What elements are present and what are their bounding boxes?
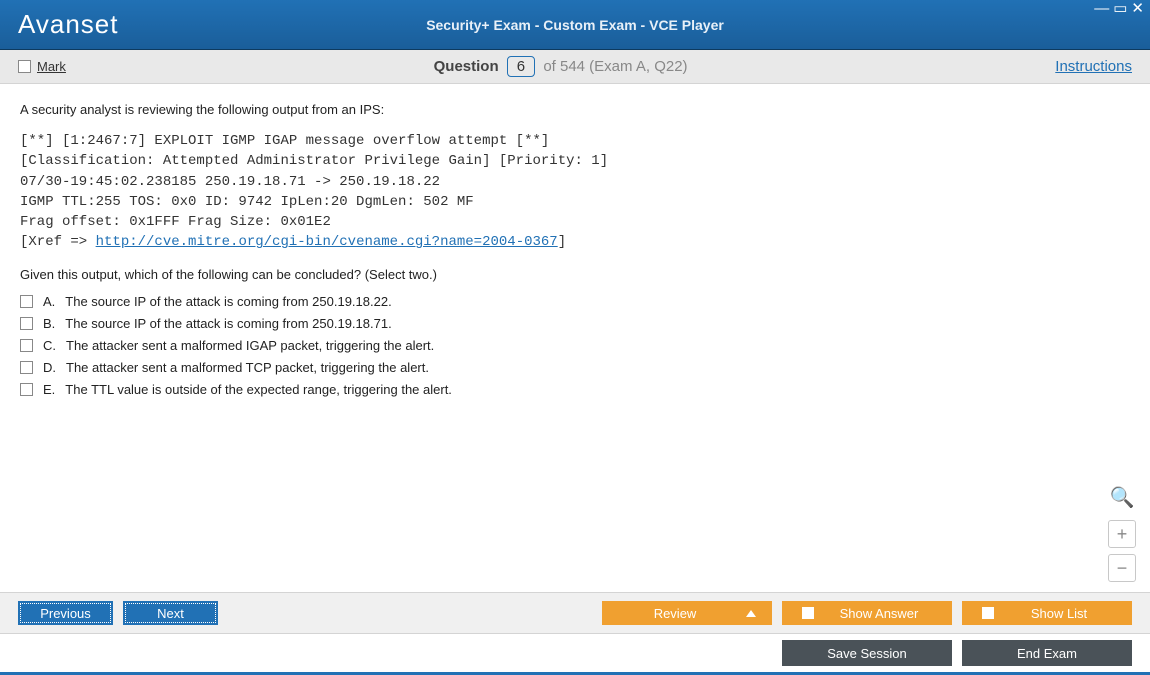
answer-option[interactable]: B. The source IP of the attack is coming…: [20, 316, 1130, 331]
window-controls: — ▭ ✕: [1094, 3, 1144, 15]
checkbox-icon: [982, 607, 994, 619]
question-content: A security analyst is reviewing the foll…: [0, 84, 1150, 592]
answer-checkbox[interactable]: [20, 383, 33, 396]
answer-text: The TTL value is outside of the expected…: [65, 382, 452, 397]
answer-checkbox[interactable]: [20, 339, 33, 352]
show-answer-button[interactable]: Show Answer: [782, 601, 952, 625]
question-prompt: Given this output, which of the followin…: [20, 267, 1130, 282]
answer-text: The attacker sent a malformed IGAP packe…: [66, 338, 434, 353]
answer-option[interactable]: D. The attacker sent a malformed TCP pac…: [20, 360, 1130, 375]
next-button[interactable]: Next: [123, 601, 218, 625]
instructions-link[interactable]: Instructions: [1055, 58, 1132, 75]
question-header-bar: Mark Question 6 of 544 (Exam A, Q22) Ins…: [0, 50, 1150, 84]
answer-letter: B.: [43, 316, 55, 331]
answer-text: The source IP of the attack is coming fr…: [65, 316, 391, 331]
answer-checkbox[interactable]: [20, 295, 33, 308]
window-title: Security+ Exam - Custom Exam - VCE Playe…: [426, 17, 724, 33]
title-bar: Avanset Security+ Exam - Custom Exam - V…: [0, 0, 1150, 50]
answer-letter: E.: [43, 382, 55, 397]
checkbox-icon: [802, 607, 814, 619]
session-footer: Save Session End Exam: [0, 633, 1150, 675]
answer-checkbox[interactable]: [20, 361, 33, 374]
answer-text: The attacker sent a malformed TCP packet…: [66, 360, 429, 375]
zoom-tools: 🔍 + −: [1108, 485, 1136, 582]
mark-control[interactable]: Mark: [18, 59, 66, 74]
question-intro: A security analyst is reviewing the foll…: [20, 102, 1130, 117]
zoom-out-button[interactable]: −: [1108, 554, 1136, 582]
answer-option[interactable]: E. The TTL value is outside of the expec…: [20, 382, 1130, 397]
answer-option[interactable]: C. The attacker sent a malformed IGAP pa…: [20, 338, 1130, 353]
answer-letter: A.: [43, 294, 55, 309]
magnifier-icon[interactable]: 🔍: [1110, 485, 1135, 510]
question-indicator: Question 6 of 544 (Exam A, Q22): [66, 56, 1055, 77]
zoom-in-button[interactable]: +: [1108, 520, 1136, 548]
answer-text: The source IP of the attack is coming fr…: [65, 294, 391, 309]
previous-button[interactable]: Previous: [18, 601, 113, 625]
mark-checkbox[interactable]: [18, 60, 31, 73]
question-tail: of 544 (Exam A, Q22): [543, 58, 687, 75]
question-number-box[interactable]: 6: [507, 56, 535, 77]
show-list-button[interactable]: Show List: [962, 601, 1132, 625]
close-icon[interactable]: ✕: [1131, 3, 1144, 15]
answer-letter: D.: [43, 360, 56, 375]
app-logo: Avanset: [0, 9, 118, 40]
question-word: Question: [434, 58, 499, 75]
answer-checkbox[interactable]: [20, 317, 33, 330]
answers-list: A. The source IP of the attack is coming…: [20, 294, 1130, 397]
answer-option[interactable]: A. The source IP of the attack is coming…: [20, 294, 1130, 309]
cve-link[interactable]: http://cve.mitre.org/cgi-bin/cvename.cgi…: [96, 234, 558, 250]
maximize-icon[interactable]: ▭: [1113, 3, 1127, 15]
end-exam-button[interactable]: End Exam: [962, 640, 1132, 666]
minimize-icon[interactable]: —: [1094, 3, 1109, 15]
mark-label: Mark: [37, 59, 66, 74]
save-session-button[interactable]: Save Session: [782, 640, 952, 666]
nav-footer: Previous Next Review Show Answer Show Li…: [0, 592, 1150, 633]
ips-output: [**] [1:2467:7] EXPLOIT IGMP IGAP messag…: [20, 131, 1130, 253]
answer-letter: C.: [43, 338, 56, 353]
review-button[interactable]: Review: [602, 601, 772, 625]
triangle-up-icon: [746, 610, 756, 617]
